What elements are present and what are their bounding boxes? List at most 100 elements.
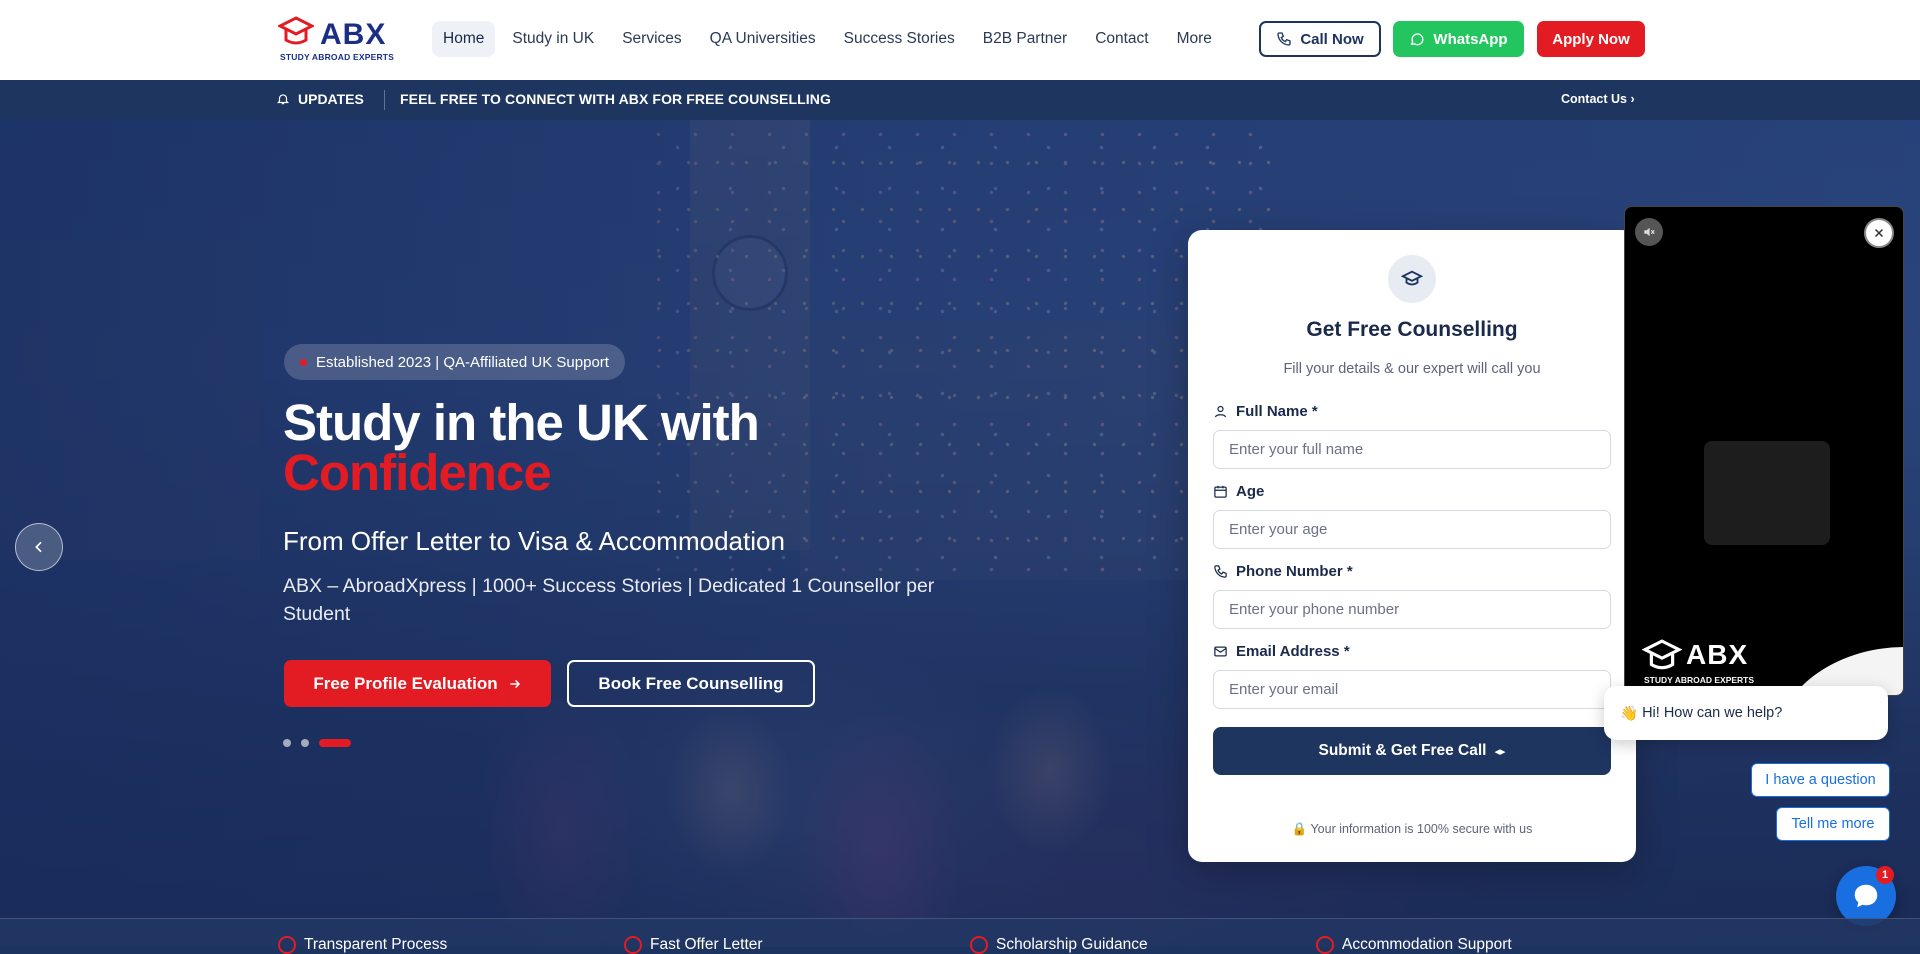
document-icon bbox=[624, 936, 642, 954]
book-free-counselling-button[interactable]: Book Free Counselling bbox=[567, 660, 815, 707]
brand-tagline: STUDY ABROAD EXPERTS bbox=[280, 52, 395, 62]
carousel-dot-2[interactable] bbox=[301, 739, 309, 747]
full-name-input[interactable] bbox=[1213, 430, 1611, 469]
full-name-label-row: Full Name * bbox=[1213, 400, 1611, 422]
nav-item-services[interactable]: Services bbox=[611, 21, 692, 57]
feature-fast-offer-letter: Fast Offer Letter bbox=[624, 936, 763, 954]
user-icon bbox=[1214, 405, 1227, 417]
mail-icon bbox=[1214, 646, 1227, 656]
feature-transparent-process: Transparent Process bbox=[278, 936, 447, 954]
carousel-prev-button[interactable] bbox=[15, 523, 63, 571]
form-subtitle: Fill your details & our expert will call… bbox=[1283, 361, 1541, 377]
email-input[interactable] bbox=[1213, 670, 1611, 709]
carousel-dot-3[interactable] bbox=[319, 739, 351, 747]
whatsapp-button[interactable]: WhatsApp bbox=[1393, 21, 1524, 57]
call-now-button[interactable]: Call Now bbox=[1259, 21, 1381, 57]
nav-item-success-stories[interactable]: Success Stories bbox=[833, 21, 966, 57]
secure-note-text: Your information is 100% secure with us bbox=[1310, 822, 1533, 836]
full-name-field-group: Full Name * bbox=[1213, 400, 1611, 469]
full-name-label: Full Name * bbox=[1236, 402, 1318, 420]
badge-dot bbox=[300, 359, 307, 366]
chat-bubble-icon bbox=[1854, 884, 1878, 908]
video-close-button[interactable] bbox=[1864, 218, 1894, 248]
free-profile-evaluation-label: Free Profile Evaluation bbox=[313, 673, 498, 693]
send-icon: ◂▸ bbox=[1494, 745, 1506, 758]
chat-greeting-bubble[interactable]: 👋 Hi! How can we help? bbox=[1604, 686, 1888, 740]
established-badge-text: Established 2023 | QA-Affiliated UK Supp… bbox=[316, 353, 609, 371]
updates-message: FEEL FREE TO CONNECT WITH ABX FOR FREE C… bbox=[400, 91, 831, 107]
chat-option-question[interactable]: I have a question bbox=[1751, 763, 1890, 797]
updates-bar: UPDATES FEEL FREE TO CONNECT WITH ABX FO… bbox=[0, 80, 1920, 120]
email-label-row: Email Address * bbox=[1213, 640, 1611, 662]
graduation-cap-icon bbox=[278, 16, 314, 45]
feature-label: Fast Offer Letter bbox=[650, 936, 763, 953]
updates-label: UPDATES bbox=[298, 91, 364, 107]
mute-button[interactable] bbox=[1635, 218, 1663, 246]
nav-item-study-in-uk[interactable]: Study in UK bbox=[501, 21, 605, 57]
contact-us-link[interactable]: Contact Us › bbox=[1561, 92, 1635, 106]
brand-logo[interactable]: ABX STUDY ABROAD EXPERTS bbox=[278, 16, 398, 64]
hero-title-line1: Study in the UK with bbox=[283, 394, 760, 451]
free-profile-evaluation-button[interactable]: Free Profile Evaluation bbox=[284, 660, 551, 707]
call-now-label: Call Now bbox=[1300, 30, 1364, 48]
brand-name: ABX bbox=[320, 18, 387, 51]
feature-accommodation-support: Accommodation Support bbox=[1316, 936, 1512, 954]
calendar-icon bbox=[1214, 485, 1227, 498]
whatsapp-icon bbox=[1411, 33, 1424, 46]
phone-input[interactable] bbox=[1213, 590, 1611, 629]
apply-now-label: Apply Now bbox=[1552, 30, 1630, 48]
lock-icon: 🔒 bbox=[1291, 822, 1308, 836]
close-icon bbox=[1874, 228, 1884, 238]
submit-label: Submit & Get Free Call bbox=[1318, 742, 1487, 759]
chat-option-tell-more[interactable]: Tell me more bbox=[1776, 807, 1890, 841]
video-widget[interactable]: ABX STUDY ABROAD EXPERTS bbox=[1624, 206, 1904, 696]
apply-now-button[interactable]: Apply Now bbox=[1537, 21, 1645, 57]
main-nav: Home Study in UK Services QA Universitie… bbox=[432, 21, 1223, 57]
submit-button[interactable]: Submit & Get Free Call ◂▸ bbox=[1213, 727, 1611, 775]
carousel-dot-1[interactable] bbox=[283, 739, 291, 747]
hero-description: ABX – AbroadXpress | 1000+ Success Stori… bbox=[283, 575, 935, 625]
video-brand-tagline: STUDY ABROAD EXPERTS bbox=[1644, 675, 1755, 685]
chat-unread-badge: 1 bbox=[1876, 866, 1894, 884]
nav-item-more[interactable]: More bbox=[1166, 21, 1223, 57]
updates-message-bold: FREE COUNSELLING bbox=[686, 91, 831, 107]
age-label: Age bbox=[1236, 482, 1265, 500]
video-badge-image bbox=[1704, 441, 1830, 545]
phone-icon bbox=[1214, 564, 1227, 578]
email-field-group: Email Address * bbox=[1213, 640, 1611, 709]
nav-item-qa-universities[interactable]: QA Universities bbox=[699, 21, 827, 57]
speaker-muted-icon bbox=[1644, 227, 1655, 237]
graduation-cap-icon bbox=[1642, 639, 1682, 670]
chat-greeting-text: Hi! How can we help? bbox=[1642, 705, 1783, 721]
feature-label: Accommodation Support bbox=[1342, 936, 1512, 953]
feature-scholarship-guidance: Scholarship Guidance bbox=[970, 936, 1148, 954]
whatsapp-label: WhatsApp bbox=[1433, 30, 1508, 48]
graduation-cap-icon bbox=[1388, 255, 1436, 303]
check-icon bbox=[278, 936, 296, 954]
feature-label: Scholarship Guidance bbox=[996, 936, 1148, 953]
top-header: ABX STUDY ABROAD EXPERTS Home Study in U… bbox=[0, 0, 1920, 80]
chevron-left-icon bbox=[35, 541, 42, 553]
established-badge: Established 2023 | QA-Affiliated UK Supp… bbox=[284, 344, 625, 380]
form-title: Get Free Counselling bbox=[1306, 318, 1518, 341]
nav-item-contact[interactable]: Contact bbox=[1084, 21, 1159, 57]
book-free-counselling-label: Book Free Counselling bbox=[598, 673, 784, 693]
wave-icon: 👋 bbox=[1620, 705, 1639, 722]
phone-label: Phone Number * bbox=[1236, 562, 1353, 580]
updates-divider bbox=[384, 90, 385, 110]
age-field-group: Age bbox=[1213, 480, 1611, 549]
bell-icon bbox=[276, 94, 290, 105]
nav-item-home[interactable]: Home bbox=[432, 21, 496, 57]
secure-note: 🔒 Your information is 100% secure with u… bbox=[1188, 822, 1636, 837]
age-input[interactable] bbox=[1213, 510, 1611, 549]
contact-us-label: Contact Us bbox=[1561, 92, 1627, 106]
hero-title-accent: Confidence bbox=[283, 444, 552, 501]
nav-item-b2b-partner[interactable]: B2B Partner bbox=[972, 21, 1078, 57]
phone-label-row: Phone Number * bbox=[1213, 560, 1611, 582]
video-brand-name: ABX bbox=[1686, 639, 1749, 670]
counselling-form-card: Get Free Counselling Fill your details &… bbox=[1188, 230, 1636, 862]
scholarship-icon bbox=[970, 936, 988, 954]
hero-subtitle: From Offer Letter to Visa & Accommodatio… bbox=[283, 526, 785, 556]
arrow-right-icon bbox=[509, 679, 520, 688]
feature-label: Transparent Process bbox=[304, 936, 448, 953]
